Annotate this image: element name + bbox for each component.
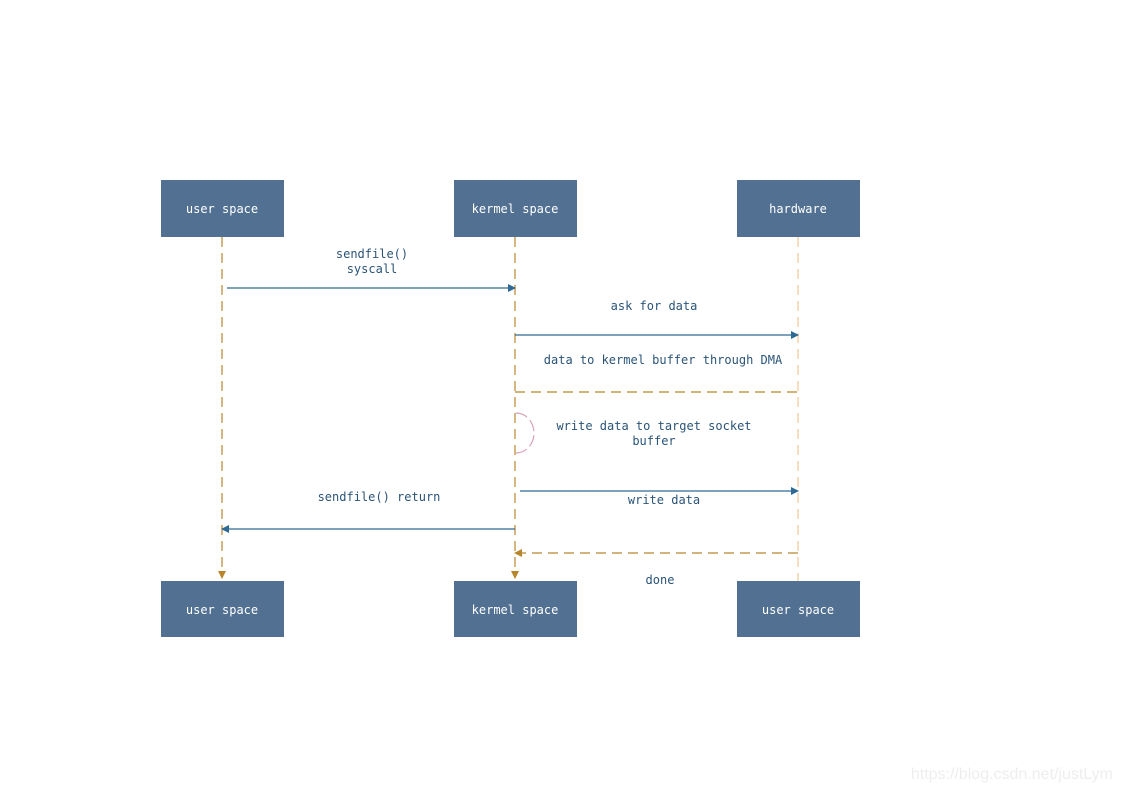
message-label: syscall	[347, 262, 398, 276]
message-sendfile-syscall: sendfile() syscall	[227, 247, 516, 292]
self-call-arc	[515, 412, 535, 454]
participant-top-hardware: hardware	[737, 180, 860, 237]
message-write-data: write data	[520, 487, 799, 507]
participant-label: user space	[186, 603, 258, 617]
message-label: ask for data	[611, 299, 698, 313]
message-label: sendfile() return	[318, 490, 441, 504]
participant-bottom-user: user space	[161, 581, 284, 637]
message-label: done	[646, 573, 675, 587]
participant-label: hardware	[769, 202, 827, 216]
participant-top-kernel: kermel space	[454, 180, 577, 237]
message-label: data to kermel buffer through DMA	[544, 353, 783, 367]
participant-top-user: user space	[161, 180, 284, 237]
participant-bottom-kernel: kermel space	[454, 581, 577, 637]
message-label: write data to target socket	[556, 419, 751, 433]
message-label: buffer	[632, 434, 675, 448]
message-sendfile-return: sendfile() return	[221, 490, 515, 533]
participant-label: user space	[186, 202, 258, 216]
message-label: write data	[628, 493, 700, 507]
participant-label: kermel space	[472, 202, 559, 216]
message-dma-copy: data to kermel buffer through DMA	[515, 353, 798, 393]
message-ask-for-data: ask for data	[515, 299, 799, 339]
message-label: sendfile()	[336, 247, 408, 261]
participant-label: kermel space	[472, 603, 559, 617]
message-self-write: write data to target socket buffer	[515, 412, 752, 454]
participant-label: user space	[762, 603, 834, 617]
watermark-text: https://blog.csdn.net/justLym	[910, 766, 1113, 783]
participant-bottom-hardware: user space	[737, 581, 860, 637]
sequence-diagram: user space kermel space hardware user sp…	[161, 180, 860, 637]
